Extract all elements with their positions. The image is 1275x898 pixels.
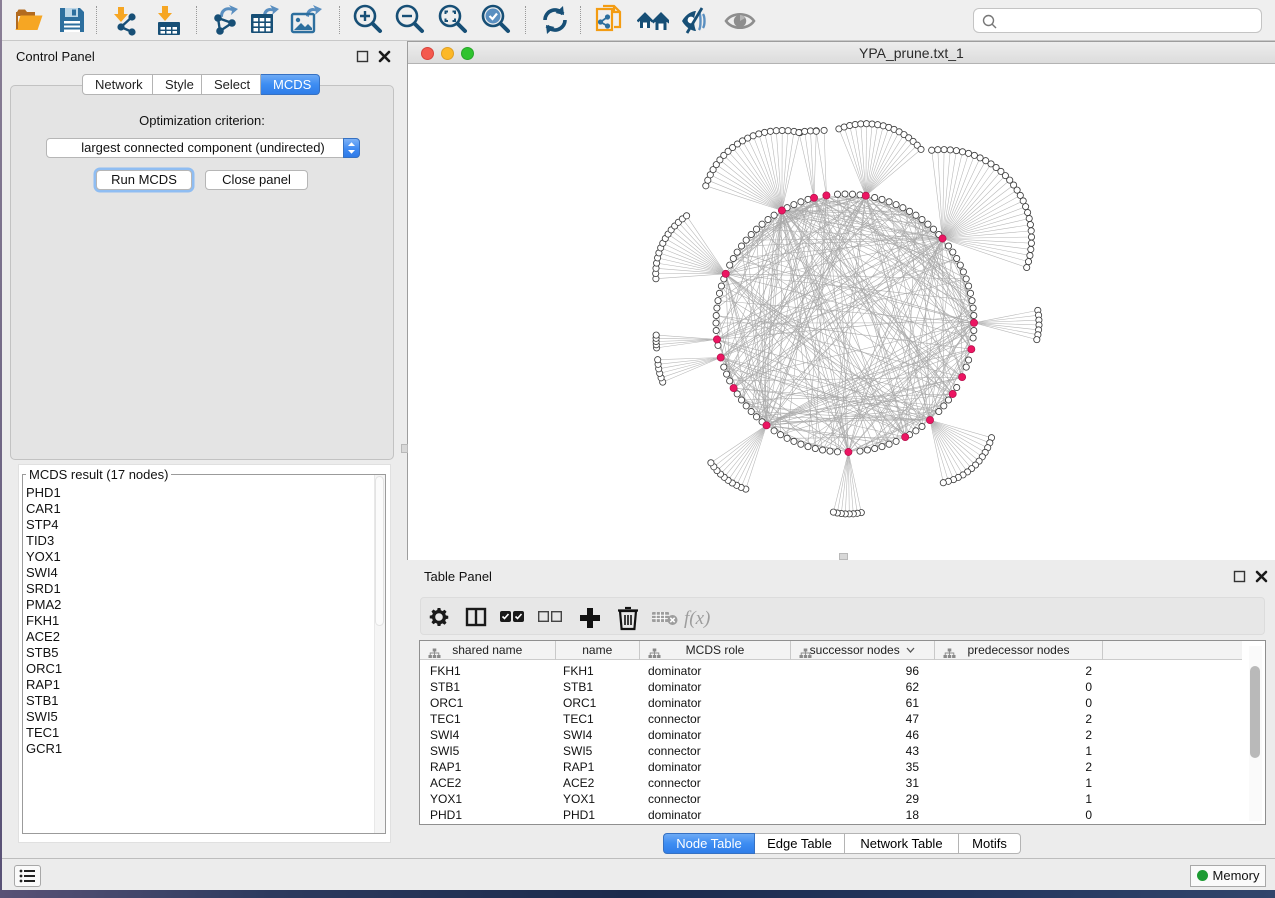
svg-text:f(x): f(x) [684,608,710,629]
